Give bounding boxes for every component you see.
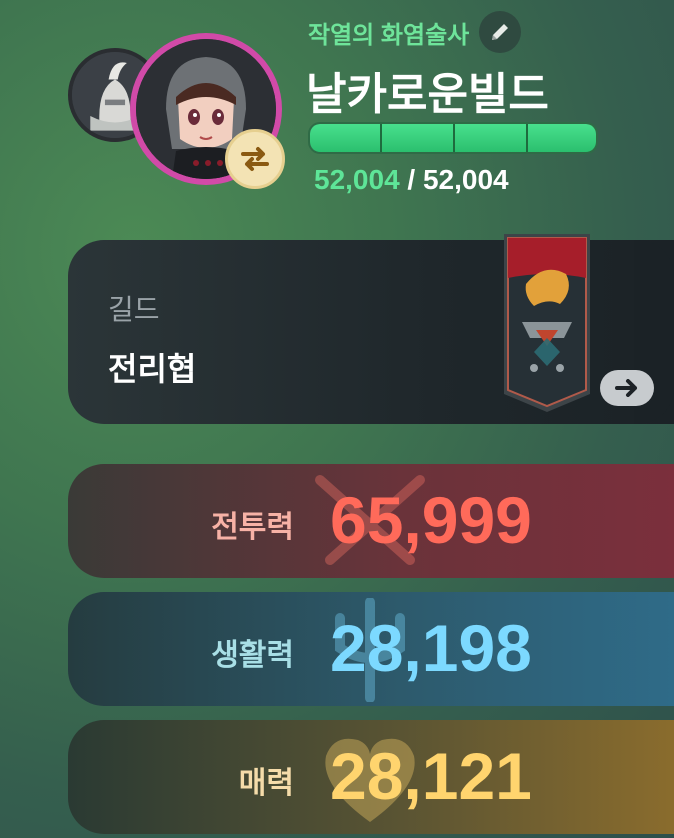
guild-banner-icon — [504, 234, 590, 412]
combat-power-value: 65,999 — [330, 483, 532, 557]
hp-max: 52,004 — [422, 164, 509, 195]
combat-power-card[interactable]: 전투력 65,999 — [68, 464, 674, 578]
combat-power-label: 전투력 — [211, 511, 294, 544]
character-title: 작열의 화염술사 — [308, 21, 470, 49]
hp-bar — [308, 122, 598, 154]
life-power-label: 생활력 — [211, 639, 294, 672]
swap-arrows-icon — [241, 147, 269, 171]
character-name: 날카로운빌드 — [306, 70, 549, 119]
profile-header: 작열의 화염술사 날카로운빌드 52,004 / 52,004 — [0, 0, 674, 230]
hp-readout: 52,004 / 52,004 — [314, 164, 509, 196]
guild-card[interactable]: 길드 전리협 — [68, 234, 674, 424]
charm-value: 28,121 — [330, 739, 532, 813]
edit-title-button[interactable] — [479, 11, 522, 53]
charm-card[interactable]: 매력 28,121 — [68, 720, 674, 834]
hp-current: 52,004 — [314, 164, 400, 195]
charm-label: 매력 — [238, 767, 294, 800]
life-power-value: 28,198 — [330, 611, 532, 685]
guild-link-button[interactable] — [600, 370, 654, 406]
hp-bar-divider — [380, 124, 382, 152]
guild-name: 전리협 — [108, 351, 197, 387]
life-power-card[interactable]: 생활력 28,198 — [68, 592, 674, 706]
arrow-right-icon — [615, 379, 637, 397]
swap-character-button[interactable] — [225, 129, 285, 189]
pencil-icon — [492, 24, 509, 40]
hp-separator: / — [407, 164, 416, 195]
guild-label: 길드 — [108, 294, 160, 325]
character-title-row: 작열의 화염술사 — [308, 11, 522, 53]
hp-bar-divider — [526, 124, 528, 152]
hp-bar-divider — [453, 124, 455, 152]
